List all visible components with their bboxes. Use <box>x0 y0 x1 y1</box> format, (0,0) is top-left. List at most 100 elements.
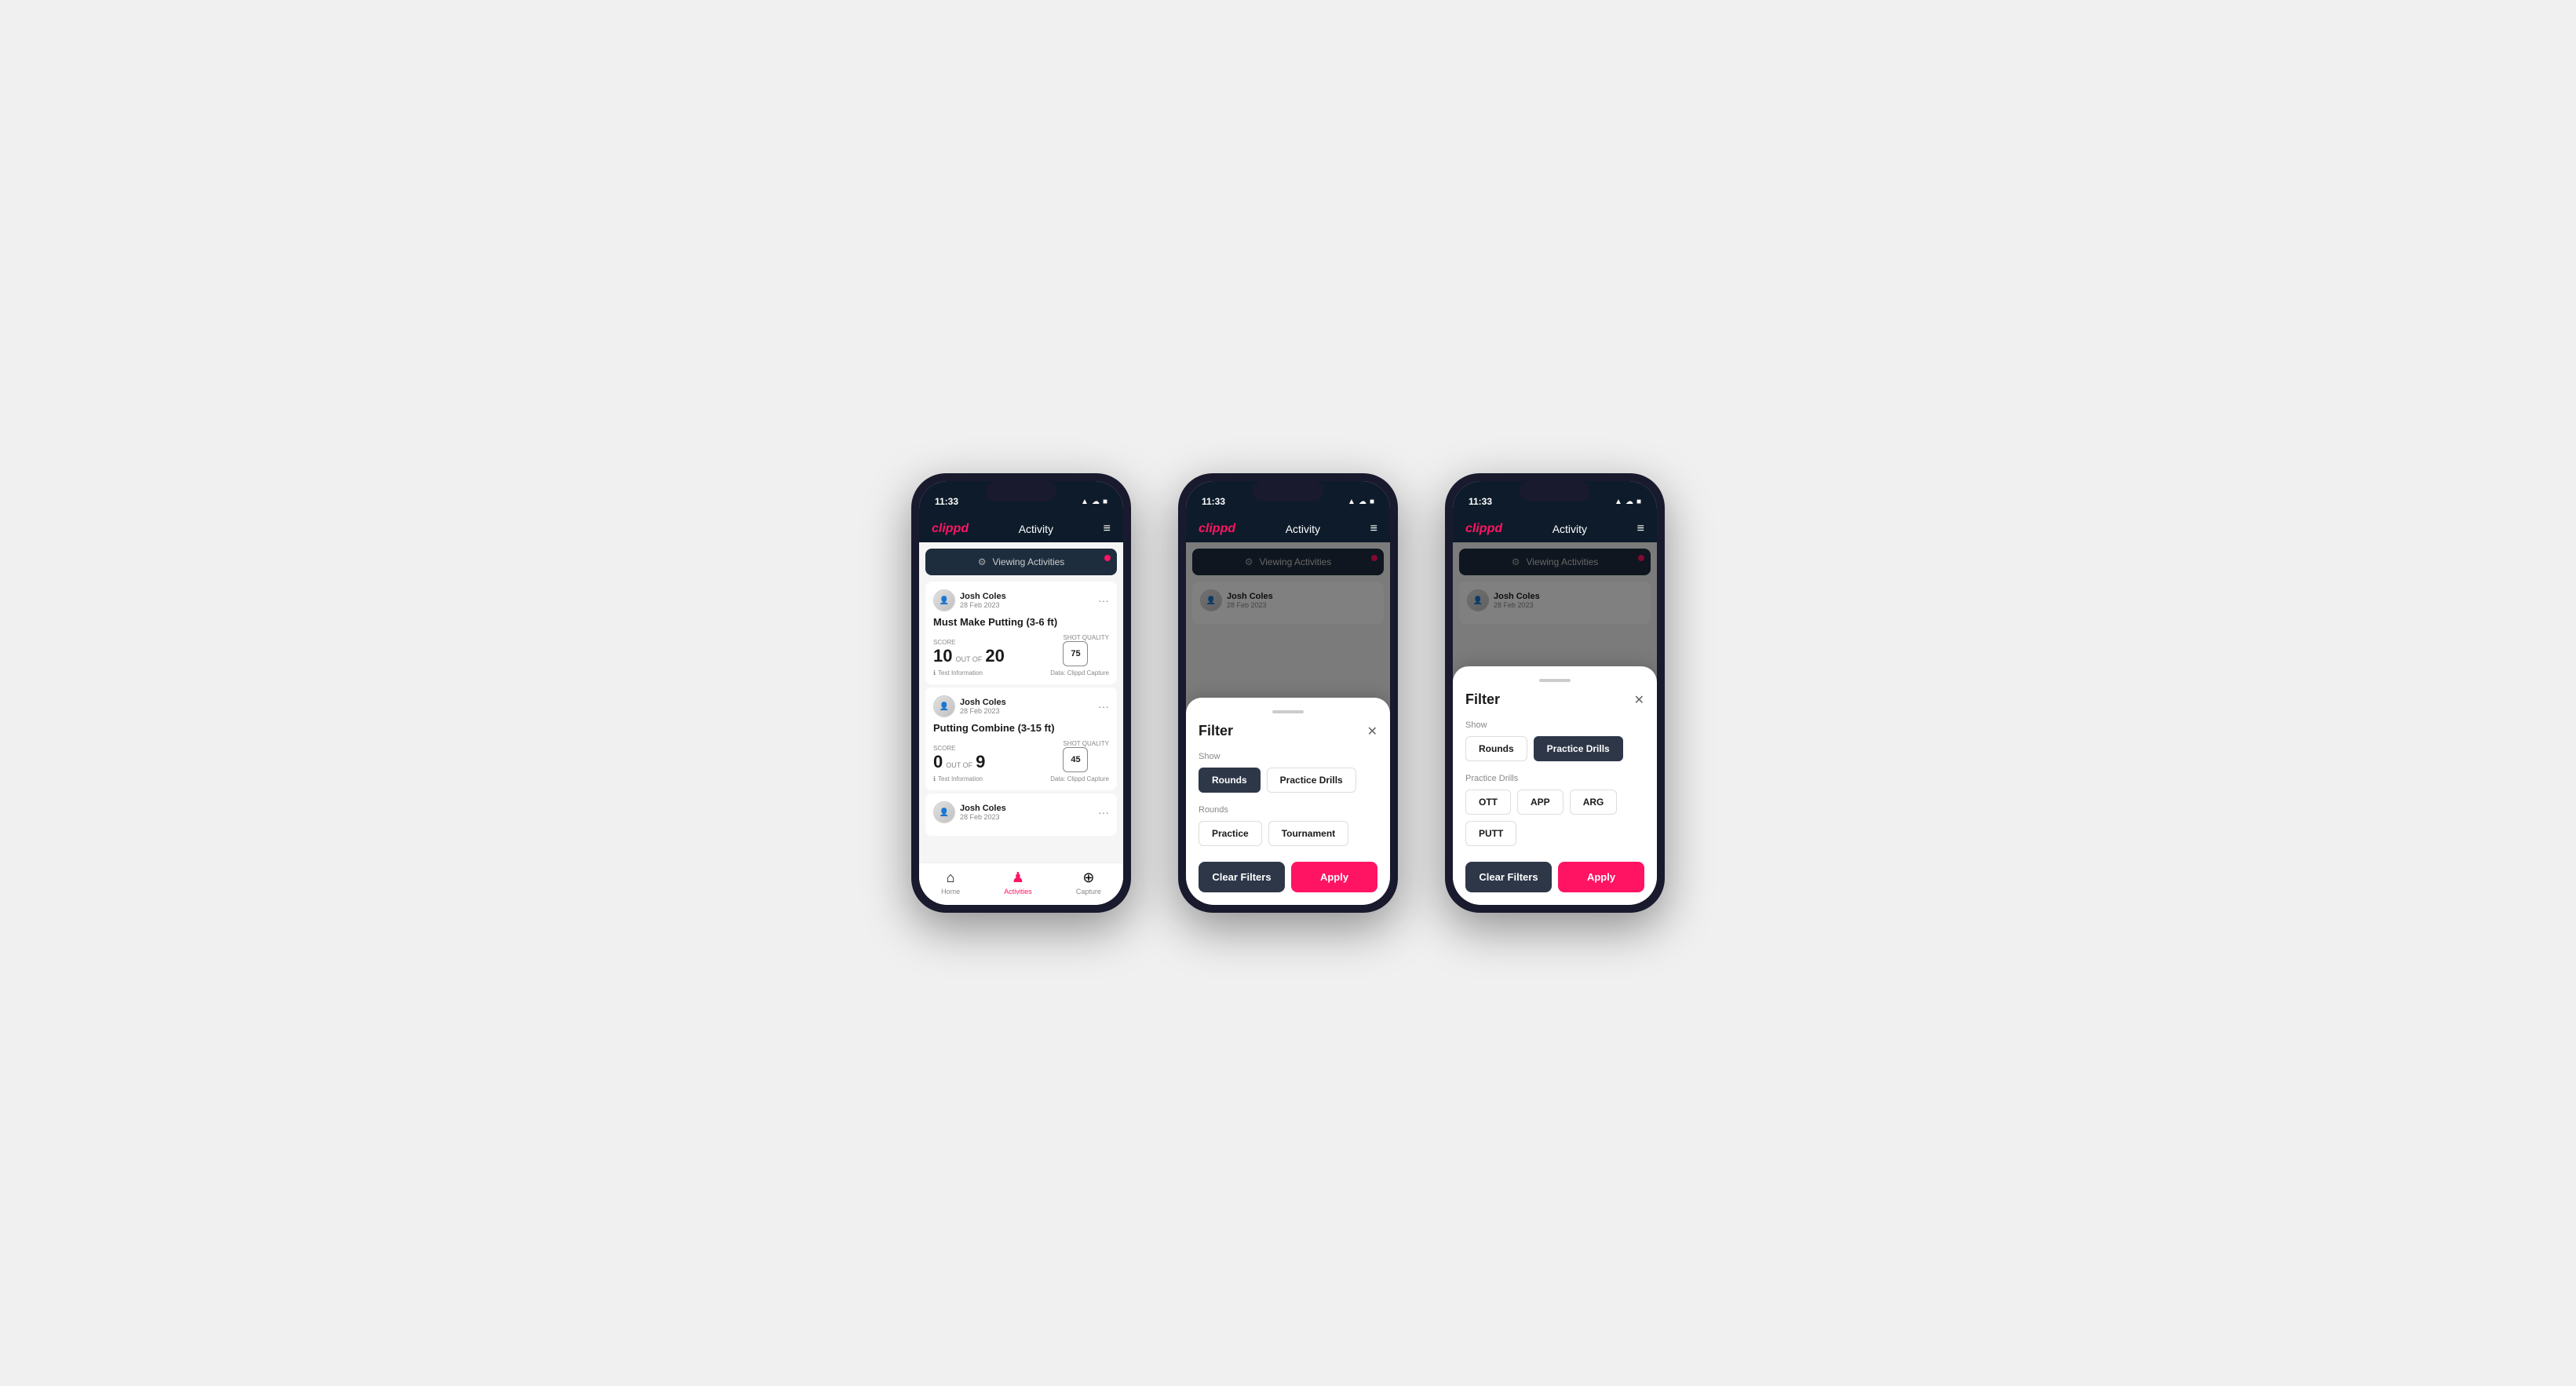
tab-bar-1: ⌂ Home ♟ Activities ⊕ Capture <box>919 863 1123 905</box>
tournament-btn-2[interactable]: Tournament <box>1268 821 1348 846</box>
battery-icon: ■ <box>1103 498 1107 506</box>
shot-quality-label-2: Shot Quality <box>1063 740 1109 747</box>
avatar-1: 👤 <box>933 589 955 611</box>
nav-bar-3: clippd Activity ≡ <box>1453 516 1657 542</box>
viewing-banner-1[interactable]: ⚙ Viewing Activities <box>925 549 1117 575</box>
ott-btn-3[interactable]: OTT <box>1465 790 1511 815</box>
footer-source-1: Data: Clippd Capture <box>1050 669 1109 677</box>
footer-source-2: Data: Clippd Capture <box>1050 775 1109 782</box>
logo-1: clippd <box>932 522 969 536</box>
menu-icon-1[interactable]: ≡ <box>1104 522 1111 536</box>
menu-icon-3[interactable]: ≡ <box>1637 522 1644 536</box>
more-dots-2[interactable]: ··· <box>1098 700 1109 713</box>
battery-icon-3: ■ <box>1636 498 1641 506</box>
capture-label-1: Capture <box>1076 888 1101 895</box>
avatar-3: 👤 <box>933 801 955 823</box>
status-time-1: 11:33 <box>935 496 958 507</box>
filter-modal-3: Filter ✕ Show Rounds Practice Drills Pra… <box>1453 666 1657 905</box>
card-header-2: 👤 Josh Coles 28 Feb 2023 ··· <box>933 695 1109 717</box>
apply-btn-2[interactable]: Apply <box>1291 862 1377 892</box>
status-icons-2: ▲ ☁ ■ <box>1348 498 1374 506</box>
viewing-dot-1 <box>1104 555 1111 561</box>
drills-buttons-3: OTT APP ARG PUTT <box>1465 790 1644 846</box>
phone-1: 11:33 ▲ ☁ ■ clippd Activity ≡ ⚙ V <box>911 473 1131 913</box>
show-label-3: Show <box>1465 720 1644 730</box>
notch <box>986 481 1056 502</box>
card-header-3: 👤 Josh Coles 28 Feb 2023 ··· <box>933 801 1109 823</box>
nav-bar-1: clippd Activity ≡ <box>919 516 1123 542</box>
home-icon-1: ⌂ <box>947 870 955 886</box>
status-icons-3: ▲ ☁ ■ <box>1615 498 1641 506</box>
card-user-1: 👤 Josh Coles 28 Feb 2023 <box>933 589 1006 611</box>
filter-handle-2 <box>1272 710 1304 713</box>
activities-label-1: Activities <box>1004 888 1032 895</box>
rounds-buttons-2: Practice Tournament <box>1199 821 1377 846</box>
user-name-2: Josh Coles <box>960 698 1006 707</box>
score-label-2: Score <box>933 745 985 752</box>
practice-drills-btn-2[interactable]: Practice Drills <box>1267 768 1356 793</box>
drills-section-label-3: Practice Drills <box>1465 774 1644 783</box>
viewing-banner-2: ⚙ Viewing Activities <box>1192 549 1384 575</box>
out-of-2: OUT OF <box>946 761 972 769</box>
status-icons-1: ▲ ☁ ■ <box>1081 498 1107 506</box>
tab-capture-1[interactable]: ⊕ Capture <box>1076 870 1101 895</box>
filter-header-3: Filter ✕ <box>1465 691 1644 708</box>
content-1: ⚙ Viewing Activities 👤 Josh Coles <box>919 542 1123 863</box>
status-time-3: 11:33 <box>1469 496 1492 507</box>
user-date-1: 28 Feb 2023 <box>960 601 1006 609</box>
filter-actions-2: Clear Filters Apply <box>1199 862 1377 892</box>
card-header-1: 👤 Josh Coles 28 Feb 2023 ··· <box>933 589 1109 611</box>
show-buttons-2: Rounds Practice Drills <box>1199 768 1377 793</box>
logo-3: clippd <box>1465 522 1502 536</box>
clear-filters-btn-3[interactable]: Clear Filters <box>1465 862 1552 892</box>
rounds-btn-3[interactable]: Rounds <box>1465 736 1527 761</box>
activities-icon-1: ♟ <box>1012 870 1024 886</box>
practice-drills-btn-3[interactable]: Practice Drills <box>1534 736 1623 761</box>
tab-home-1[interactable]: ⌂ Home <box>941 870 960 895</box>
filter-modal-2: Filter ✕ Show Rounds Practice Drills Rou… <box>1186 698 1390 905</box>
clear-filters-btn-2[interactable]: Clear Filters <box>1199 862 1285 892</box>
practice-round-btn-2[interactable]: Practice <box>1199 821 1262 846</box>
score-value-2: 0 <box>933 752 943 772</box>
phone-3: 11:33 ▲ ☁ ■ clippd Activity ≡ ⚙ Viewing … <box>1445 473 1665 913</box>
rounds-btn-2[interactable]: Rounds <box>1199 768 1261 793</box>
logo-2: clippd <box>1199 522 1235 536</box>
activity-card-2: 👤 Josh Coles 28 Feb 2023 ··· Putting Com… <box>925 688 1117 790</box>
viewing-banner-wrapper-1: ⚙ Viewing Activities <box>919 549 1123 575</box>
card-title-1: Must Make Putting (3-6 ft) <box>933 616 1109 628</box>
nav-bar-2: clippd Activity ≡ <box>1186 516 1390 542</box>
activity-card-3: 👤 Josh Coles 28 Feb 2023 ··· <box>925 793 1117 836</box>
score-value-1: 10 <box>933 646 952 666</box>
putt-btn-3[interactable]: PUTT <box>1465 821 1516 846</box>
user-name-3: Josh Coles <box>960 804 1006 813</box>
home-label-1: Home <box>941 888 960 895</box>
filter-close-3[interactable]: ✕ <box>1634 692 1644 708</box>
wifi-icon-3: ☁ <box>1626 498 1633 506</box>
shot-quality-badge-1: 75 <box>1063 641 1088 666</box>
filter-title-2: Filter <box>1199 723 1233 739</box>
footer-info-2: ℹ Test Information <box>933 775 983 782</box>
filter-close-2[interactable]: ✕ <box>1367 724 1377 739</box>
wifi-icon-2: ☁ <box>1359 498 1366 506</box>
app-btn-3[interactable]: APP <box>1517 790 1563 815</box>
menu-icon-2[interactable]: ≡ <box>1370 522 1377 536</box>
apply-btn-3[interactable]: Apply <box>1558 862 1644 892</box>
score-label-1: Score <box>933 639 1005 646</box>
card-user-2: 👤 Josh Coles 28 Feb 2023 <box>933 695 1006 717</box>
more-dots-1[interactable]: ··· <box>1098 594 1109 607</box>
viewing-banner-3: ⚙ Viewing Activities <box>1459 549 1651 575</box>
status-time-2: 11:33 <box>1202 496 1225 507</box>
tab-activities-1[interactable]: ♟ Activities <box>1004 870 1032 895</box>
battery-icon-2: ■ <box>1370 498 1374 506</box>
more-dots-3[interactable]: ··· <box>1098 806 1109 819</box>
card-footer-1: ℹ Test Information Data: Clippd Capture <box>933 669 1109 677</box>
filter-title-3: Filter <box>1465 691 1500 708</box>
viewing-text-1: Viewing Activities <box>992 556 1064 567</box>
user-date-2: 28 Feb 2023 <box>960 707 1006 715</box>
filter-actions-3: Clear Filters Apply <box>1465 862 1644 892</box>
footer-info-1: ℹ Test Information <box>933 669 983 677</box>
avatar-2: 👤 <box>933 695 955 717</box>
shot-quality-badge-2: 45 <box>1063 747 1088 772</box>
arg-btn-3[interactable]: ARG <box>1570 790 1618 815</box>
out-of-1: OUT OF <box>955 655 982 663</box>
